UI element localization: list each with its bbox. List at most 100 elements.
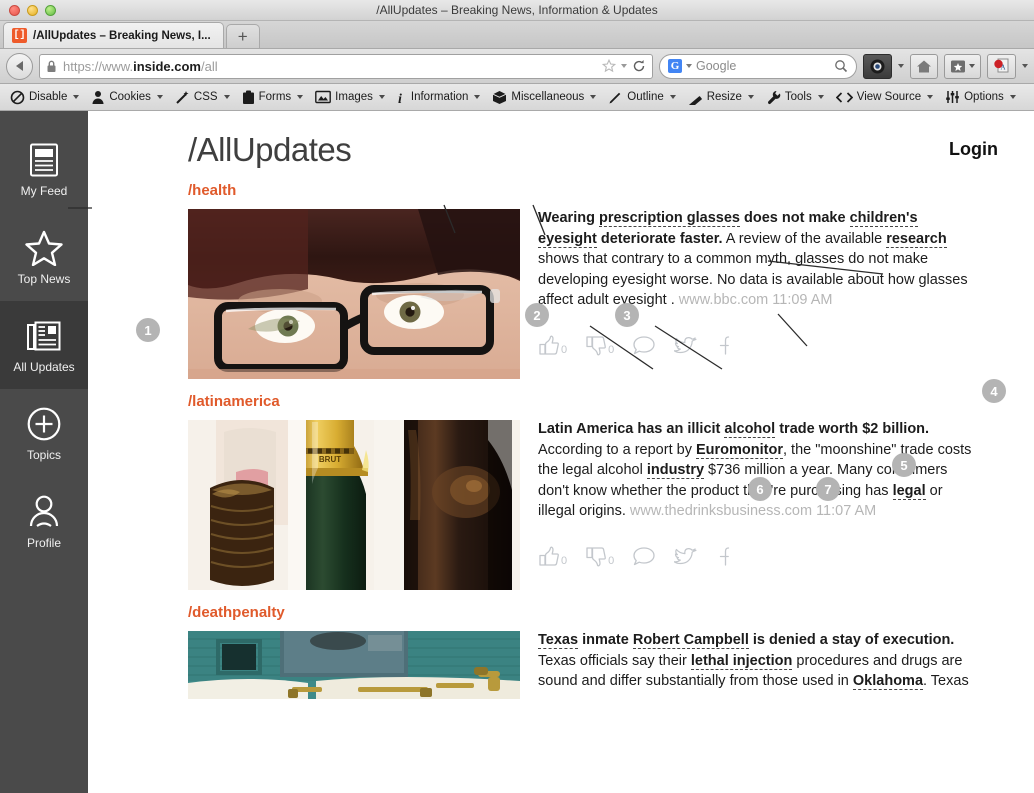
devtool-label: Outline (627, 91, 664, 103)
topic-link[interactable]: /latinamerica (188, 393, 538, 410)
devtool-options[interactable]: Options (939, 90, 1022, 104)
chevron-down-icon[interactable] (669, 95, 676, 99)
google-g-icon[interactable]: G (668, 59, 682, 73)
speech-bubble-icon (633, 335, 655, 354)
login-button[interactable]: Login (949, 139, 998, 160)
article-thumbnail[interactable] (188, 631, 520, 699)
entity-robert-campbell[interactable]: Robert Campbell (632, 632, 749, 649)
devtool-css[interactable]: CSS (169, 90, 236, 105)
entity-alcohol[interactable]: alcohol (724, 421, 776, 438)
dislike-button[interactable]: 0 (585, 335, 614, 356)
chevron-down-icon[interactable] (474, 95, 481, 99)
search-input[interactable]: Google (696, 59, 736, 73)
chevron-down-icon[interactable] (590, 95, 597, 99)
article-thumbnail[interactable] (188, 209, 520, 379)
topic-link[interactable]: /health (188, 182, 538, 199)
entity-prescription-glasses[interactable]: prescription glasses (598, 210, 740, 227)
like-button[interactable]: 0 (538, 335, 567, 356)
annotation-number: 1 (136, 318, 160, 342)
entity-lethal-injection[interactable]: lethal injection (690, 652, 793, 670)
chevron-down-icon[interactable] (621, 64, 627, 68)
entity-research[interactable]: research (886, 230, 947, 248)
thumbs-down-icon (586, 335, 607, 355)
chevron-down-icon[interactable] (927, 95, 934, 99)
woman-wearing-black-glasses-image (188, 209, 520, 379)
newspaper-icon (27, 316, 61, 356)
picture-icon (315, 90, 332, 104)
entity-legal[interactable]: legal (892, 482, 926, 500)
chevron-down-icon[interactable] (817, 95, 824, 99)
chevron-down-icon[interactable] (898, 64, 904, 68)
devtool-disable[interactable]: Disable (4, 90, 85, 105)
sidebar-item-label: Profile (26, 536, 61, 550)
facebook-f-icon (720, 335, 730, 355)
twitter-bird-icon (674, 336, 697, 353)
home-button[interactable] (910, 53, 938, 79)
search-bar[interactable]: G Google (659, 53, 857, 79)
star-icon[interactable] (602, 59, 616, 73)
dislike-button[interactable]: 0 (585, 546, 614, 567)
sidebar-item-topics[interactable]: Topics (0, 389, 88, 477)
zoom-window-button[interactable] (45, 4, 56, 16)
reload-icon[interactable] (632, 59, 646, 73)
chevron-down-icon[interactable] (969, 64, 975, 68)
like-button[interactable]: 0 (538, 546, 567, 567)
sidebar-item-all-updates[interactable]: All Updates (0, 301, 88, 389)
entity-industry[interactable]: industry (646, 462, 705, 479)
back-arrow-icon (16, 61, 23, 71)
chevron-down-icon[interactable] (223, 95, 230, 99)
chevron-down-icon[interactable] (686, 64, 692, 68)
chevron-down-icon[interactable] (156, 95, 163, 99)
devtool-images[interactable]: Images (309, 90, 391, 104)
devtool-cookies[interactable]: Cookies (85, 90, 169, 105)
devtool-information[interactable]: i Information (391, 90, 487, 105)
devtool-view-source[interactable]: View Source (830, 91, 939, 104)
twitter-share-button[interactable] (674, 335, 698, 356)
entity-texas[interactable]: Texas (538, 632, 579, 649)
devtool-miscellaneous[interactable]: Miscellaneous (486, 90, 602, 105)
comment-button[interactable] (632, 335, 656, 356)
browser-tab[interactable]: [] /AllUpdates – Breaking News, I... (3, 22, 224, 48)
entity-euromonitor[interactable]: Euromonitor (695, 441, 783, 459)
minimize-window-button[interactable] (27, 4, 38, 16)
devtool-resize[interactable]: Resize (682, 90, 760, 105)
devtool-outline[interactable]: Outline (602, 90, 681, 105)
sidebar-item-my-feed[interactable]: My Feed (0, 125, 88, 213)
webcam-button[interactable] (863, 53, 892, 79)
twitter-share-button[interactable] (674, 546, 698, 567)
facebook-share-button[interactable] (716, 335, 730, 356)
topic-link[interactable]: /deathpenalty (188, 604, 538, 621)
devtool-label: View Source (856, 91, 922, 103)
devtool-forms[interactable]: Forms (236, 90, 310, 105)
chevron-down-icon[interactable] (378, 95, 385, 99)
article-thumbnail[interactable]: BRUT (188, 420, 520, 590)
annotation-marker-6: 6 (748, 477, 772, 501)
pdf-button[interactable]: A (987, 53, 1016, 79)
chevron-down-icon[interactable] (1022, 64, 1028, 68)
sidebar-item-top-news[interactable]: Top News (0, 213, 88, 301)
comment-button[interactable] (632, 546, 656, 567)
camera-icon (870, 59, 885, 73)
close-window-button[interactable] (9, 4, 20, 16)
facebook-share-button[interactable] (716, 546, 730, 567)
address-bar[interactable]: https://www.inside.com/all (39, 53, 653, 79)
back-button[interactable] (6, 52, 33, 80)
source-domain[interactable]: www.thedrinksbusiness.com (630, 503, 812, 519)
sidebar-item-profile[interactable]: Profile (0, 477, 88, 565)
window-controls[interactable] (9, 4, 56, 16)
magnifier-icon[interactable] (834, 59, 848, 73)
annotation-marker-5: 5 (892, 453, 916, 477)
chevron-down-icon[interactable] (73, 95, 80, 99)
sliders-icon (946, 91, 959, 103)
thumbs-up-icon (539, 546, 559, 566)
source-domain[interactable]: www.bbc.com (679, 292, 768, 308)
entity-oklahoma[interactable]: Oklahoma (852, 673, 924, 690)
chevron-down-icon[interactable] (1009, 95, 1016, 99)
devtool-tools[interactable]: Tools (760, 90, 830, 105)
sidebar-item-label: Top News (17, 272, 71, 286)
article-headline: Texas inmate Robert Campbell is denied a… (538, 632, 955, 649)
chevron-down-icon[interactable] (297, 95, 304, 99)
chevron-down-icon[interactable] (747, 95, 754, 99)
bookmarks-button[interactable] (944, 53, 981, 79)
new-tab-button[interactable]: + (225, 24, 260, 48)
